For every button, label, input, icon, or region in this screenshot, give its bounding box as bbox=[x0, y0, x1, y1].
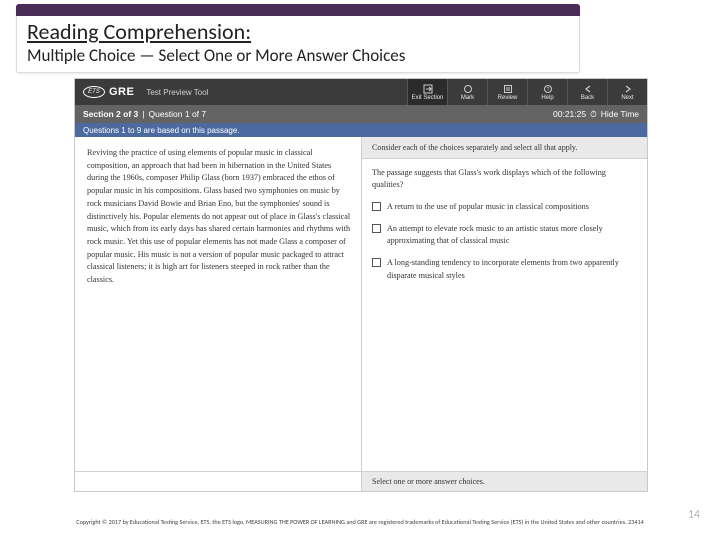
app-logo: ETS GRE bbox=[75, 79, 142, 105]
mark-label: Mark bbox=[461, 95, 474, 101]
answer-option: An attempt to elevate rock music to an a… bbox=[362, 218, 647, 253]
mark-icon bbox=[463, 84, 473, 94]
arrow-left-icon bbox=[583, 84, 593, 94]
checkbox-icon[interactable] bbox=[372, 258, 381, 267]
next-label: Next bbox=[621, 95, 633, 101]
app-subbar: Section 2 of 3 | Question 1 of 7 00:21:2… bbox=[75, 105, 647, 123]
back-label: Back bbox=[581, 95, 594, 101]
passage-pane: Reviving the practice of using elements … bbox=[75, 137, 361, 471]
gre-preview-screenshot: ETS GRE Test Preview Tool Exit Section M… bbox=[74, 78, 648, 492]
review-icon bbox=[503, 84, 513, 94]
question-counter: Question 1 of 7 bbox=[148, 109, 206, 119]
help-label: Help bbox=[541, 95, 553, 101]
exit-section-button[interactable]: Exit Section bbox=[407, 79, 447, 105]
passage-text: Reviving the practice of using elements … bbox=[87, 148, 350, 284]
passage-band: Questions 1 to 9 are based on this passa… bbox=[75, 123, 647, 137]
arrow-right-icon bbox=[623, 84, 633, 94]
review-label: Review bbox=[498, 95, 518, 101]
timer-value: 00:21:25 bbox=[553, 109, 586, 119]
checkbox-icon[interactable] bbox=[372, 224, 381, 233]
tool-label: Test Preview Tool bbox=[142, 88, 208, 97]
ets-logo: ETS bbox=[83, 86, 105, 98]
answer-option: A long-standing tendency to incorporate … bbox=[362, 252, 647, 287]
review-button[interactable]: Review bbox=[487, 79, 527, 105]
hide-time-button[interactable]: Hide Time bbox=[601, 109, 639, 119]
section-label: Section 2 of 3 bbox=[83, 109, 138, 119]
app-body: Reviving the practice of using elements … bbox=[75, 137, 647, 471]
question-stem: The passage suggests that Glass's work d… bbox=[362, 159, 647, 196]
app-footer: Select one or more answer choices. bbox=[75, 471, 647, 491]
slide-header-accent bbox=[16, 4, 580, 16]
slide-title: Reading Comprehension: bbox=[17, 16, 579, 45]
exit-icon bbox=[423, 84, 433, 94]
app-topbar: ETS GRE Test Preview Tool Exit Section M… bbox=[75, 79, 647, 105]
svg-text:?: ? bbox=[546, 87, 549, 93]
option-text: A long-standing tendency to incorporate … bbox=[387, 257, 637, 282]
gre-logo: GRE bbox=[109, 86, 134, 98]
option-text: An attempt to elevate rock music to an a… bbox=[387, 223, 637, 248]
next-button[interactable]: Next bbox=[607, 79, 647, 105]
exit-label: Exit Section bbox=[412, 95, 444, 101]
question-pane: Consider each of the choices separately … bbox=[361, 137, 647, 471]
checkbox-icon[interactable] bbox=[372, 202, 381, 211]
question-instruction: Consider each of the choices separately … bbox=[362, 137, 647, 159]
help-icon: ? bbox=[543, 84, 553, 94]
answer-option: A return to the use of popular music in … bbox=[362, 196, 647, 218]
passage-range-label: Questions 1 to 9 are based on this passa… bbox=[83, 126, 240, 135]
copyright-text: Copyright © 2017 by Educational Testing … bbox=[0, 518, 720, 526]
slide-header-card: Reading Comprehension: Multiple Choice —… bbox=[16, 4, 580, 73]
page-number: 14 bbox=[688, 508, 700, 522]
help-button[interactable]: ? Help bbox=[527, 79, 567, 105]
mark-button[interactable]: Mark bbox=[447, 79, 487, 105]
footer-hint: Select one or more answer choices. bbox=[361, 472, 647, 491]
slide-subtitle: Multiple Choice — Select One or More Ans… bbox=[17, 45, 579, 72]
option-text: A return to the use of popular music in … bbox=[387, 201, 589, 213]
clock-icon: ⏱ bbox=[590, 109, 597, 120]
back-button[interactable]: Back bbox=[567, 79, 607, 105]
